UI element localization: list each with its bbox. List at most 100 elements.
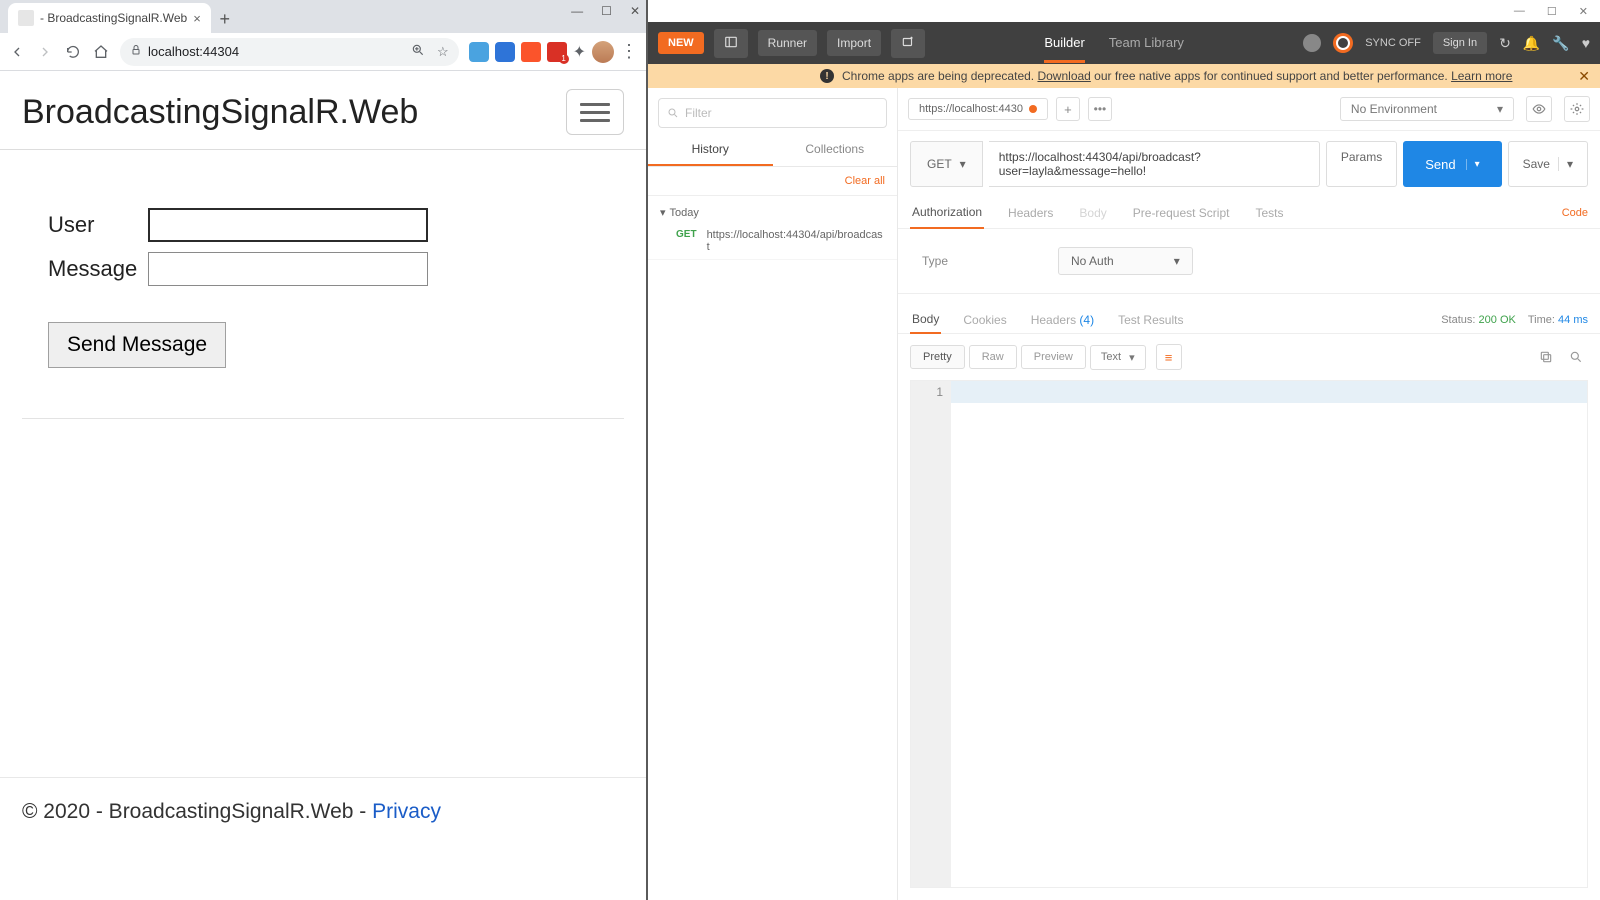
profile-avatar[interactable] <box>592 41 614 63</box>
save-button[interactable]: Save ▾ <box>1508 141 1588 187</box>
response-status: Status: 200 OK Time: 44 ms <box>1441 314 1588 326</box>
close-banner-icon[interactable]: ✕ <box>1578 68 1590 85</box>
history-url: https://localhost:44304/api/broadcast <box>707 229 885 253</box>
history-tab[interactable]: History <box>648 134 773 166</box>
maximize-icon[interactable]: ☐ <box>601 4 612 18</box>
message-row: Message <box>48 252 598 286</box>
close-tab-icon[interactable]: × <box>193 11 201 26</box>
message-label: Message <box>48 256 148 282</box>
footer: © 2020 - BroadcastingSignalR.Web - Priva… <box>0 777 646 846</box>
tab-headers[interactable]: Headers <box>1006 198 1055 228</box>
layout-toggle[interactable] <box>714 29 748 58</box>
heart-icon[interactable]: ♥ <box>1582 35 1590 51</box>
extension-icon[interactable] <box>547 42 567 62</box>
line-gutter: 1 <box>911 381 951 887</box>
tab-prerequest[interactable]: Pre-request Script <box>1131 198 1232 228</box>
env-quicklook-button[interactable] <box>1526 96 1552 122</box>
tab-resp-body[interactable]: Body <box>910 306 941 334</box>
deprecation-banner: ! Chrome apps are being deprecated. Down… <box>648 64 1600 88</box>
close-window-icon[interactable]: ✕ <box>630 4 640 18</box>
back-icon[interactable] <box>8 43 26 61</box>
history-day[interactable]: ▾ Today <box>648 202 897 223</box>
new-button[interactable]: NEW <box>658 32 704 54</box>
refresh-icon[interactable]: ↻ <box>1499 35 1511 52</box>
download-link[interactable]: Download <box>1037 69 1090 83</box>
response-view-bar: Pretty Raw Preview Text ▾ ≡ <box>898 334 1600 380</box>
history-item[interactable]: GET https://localhost:44304/api/broadcas… <box>648 223 897 260</box>
minimize-icon[interactable]: — <box>571 4 583 18</box>
chrome-menu-icon[interactable]: ⋮ <box>620 41 638 62</box>
url-input[interactable]: https://localhost:44304/api/broadcast?us… <box>989 141 1320 187</box>
signin-button[interactable]: Sign In <box>1433 32 1487 54</box>
capture-icon[interactable] <box>1303 34 1321 52</box>
wrap-lines-icon[interactable]: ≡ <box>1156 344 1182 370</box>
extensions-menu-icon[interactable]: ✦ <box>573 42 586 62</box>
star-icon[interactable]: ☆ <box>437 44 449 60</box>
extensions-area: ✦ ⋮ <box>469 41 638 63</box>
chevron-down-icon: ▾ <box>1129 351 1135 364</box>
tab-resp-headers[interactable]: Headers (4) <box>1029 307 1096 333</box>
minimize-icon[interactable]: — <box>1514 5 1525 17</box>
notifications-icon[interactable]: 🔔 <box>1523 35 1540 52</box>
user-input[interactable] <box>148 208 428 242</box>
home-icon[interactable] <box>92 43 110 61</box>
clear-all-link[interactable]: Clear all <box>648 167 897 196</box>
reload-icon[interactable] <box>64 43 82 61</box>
env-settings-button[interactable] <box>1564 96 1590 122</box>
tab-resp-cookies[interactable]: Cookies <box>961 307 1008 333</box>
learn-more-link[interactable]: Learn more <box>1451 69 1512 83</box>
request-tab[interactable]: https://localhost:4430 <box>908 98 1048 120</box>
code-link[interactable]: Code <box>1562 207 1588 219</box>
navbar-toggle[interactable] <box>566 89 624 135</box>
team-library-tab[interactable]: Team Library <box>1109 35 1184 51</box>
chevron-down-icon: ▾ <box>1174 254 1180 268</box>
add-tab-button[interactable]: + <box>1056 97 1080 121</box>
filter-input[interactable]: Filter <box>658 98 887 128</box>
close-window-icon[interactable]: ✕ <box>1579 5 1588 18</box>
maximize-icon[interactable]: ☐ <box>1547 5 1557 18</box>
send-button[interactable]: Send ▾ <box>1403 141 1501 187</box>
divider <box>22 418 624 419</box>
send-message-button[interactable]: Send Message <box>48 322 226 368</box>
header-tabs: Builder Team Library <box>935 35 1293 51</box>
postman-header: NEW Runner Import Builder Team Library S… <box>648 22 1600 64</box>
response-line[interactable] <box>951 381 1587 403</box>
environment-select[interactable]: No Environment ▾ <box>1340 97 1514 121</box>
auth-type-select[interactable]: No Auth ▾ <box>1058 247 1193 275</box>
tab-menu-button[interactable]: ••• <box>1088 97 1112 121</box>
browser-tab[interactable]: - BroadcastingSignalR.Web × <box>8 3 211 33</box>
zoom-icon[interactable] <box>411 43 425 60</box>
extension-icon[interactable] <box>521 42 541 62</box>
view-raw[interactable]: Raw <box>969 345 1017 369</box>
format-select[interactable]: Text ▾ <box>1090 345 1146 370</box>
extension-icon[interactable] <box>495 42 515 62</box>
method-select[interactable]: GET ▾ <box>910 141 983 187</box>
runner-button[interactable]: Runner <box>758 30 817 56</box>
copy-icon[interactable] <box>1534 345 1558 369</box>
tab-resp-tests[interactable]: Test Results <box>1116 307 1185 333</box>
auth-section: Type No Auth ▾ <box>898 229 1600 294</box>
tab-tests[interactable]: Tests <box>1253 198 1285 228</box>
search-icon[interactable] <box>1564 345 1588 369</box>
line-number: 1 <box>919 385 943 399</box>
message-input[interactable] <box>148 252 428 286</box>
address-bar[interactable]: localhost:44304 ☆ <box>120 38 459 66</box>
response-body: 1 <box>910 380 1588 888</box>
tab-body[interactable]: Body <box>1077 198 1108 228</box>
sidebar-tabs: History Collections <box>648 134 897 167</box>
privacy-link[interactable]: Privacy <box>372 800 441 823</box>
new-tab-button[interactable]: + <box>211 5 239 33</box>
sync-icon[interactable] <box>1333 33 1353 53</box>
import-button[interactable]: Import <box>827 30 881 56</box>
tab-authorization[interactable]: Authorization <box>910 197 984 229</box>
builder-tab[interactable]: Builder <box>1044 35 1084 63</box>
settings-icon[interactable]: 🔧 <box>1552 35 1569 52</box>
chevron-down-icon[interactable]: ▾ <box>1466 159 1480 170</box>
new-window-button[interactable] <box>891 29 925 58</box>
extension-icon[interactable] <box>469 42 489 62</box>
params-button[interactable]: Params <box>1326 141 1397 187</box>
collections-tab[interactable]: Collections <box>773 134 898 166</box>
view-preview[interactable]: Preview <box>1021 345 1086 369</box>
forward-icon[interactable] <box>36 43 54 61</box>
view-pretty[interactable]: Pretty <box>910 345 965 369</box>
